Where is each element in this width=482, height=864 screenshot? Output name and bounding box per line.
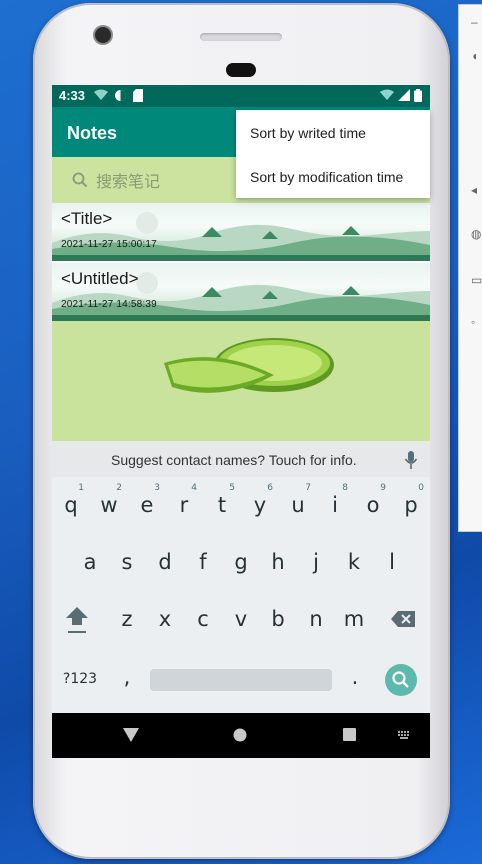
search-input[interactable] — [94, 169, 238, 193]
window-minimize-icon: – — [471, 15, 478, 29]
key-h[interactable]: h — [261, 542, 295, 582]
note-timestamp: 2021-11-27 15:00:17 — [61, 239, 157, 250]
sd-card-icon — [133, 89, 143, 102]
search-icon — [72, 172, 88, 188]
sort-menu: Sort by writed time Sort by modification… — [236, 110, 430, 198]
suggestion-text[interactable]: Suggest contact names? Touch for info. — [111, 452, 357, 468]
key-f[interactable]: f — [186, 542, 220, 582]
backspace-icon — [391, 611, 415, 627]
battery-icon — [414, 89, 422, 102]
note-title: <Title> — [61, 209, 113, 228]
key-m[interactable]: m — [337, 599, 371, 639]
backspace-key[interactable] — [386, 599, 420, 639]
symbols-key[interactable]: ?123 — [60, 659, 100, 699]
window-icon: ◂ — [471, 183, 478, 197]
note-title: <Untitled> — [61, 269, 139, 288]
lime-image — [164, 338, 334, 393]
front-camera — [95, 27, 111, 43]
earpiece-speaker — [200, 33, 282, 41]
search-icon — [392, 671, 409, 688]
note-timestamp: 2021-11-27 14:58:39 — [61, 299, 157, 310]
note-item[interactable]: <Untitled> 2021-11-27 14:58:39 — [52, 263, 430, 321]
shift-icon — [66, 607, 88, 633]
window-icon: ▭ — [471, 273, 482, 287]
key-o[interactable]: o9 — [356, 483, 390, 525]
key-a[interactable]: a — [73, 542, 107, 582]
key-g[interactable]: g — [224, 542, 258, 582]
space-key[interactable] — [150, 669, 332, 691]
window-icon: ◍ — [471, 227, 482, 241]
key-c[interactable]: c — [186, 599, 220, 639]
key-v[interactable]: v — [224, 599, 258, 639]
key-x[interactable]: x — [148, 599, 182, 639]
window-icon: ◖ — [471, 49, 479, 63]
back-triangle-icon[interactable] — [123, 728, 139, 742]
recents-square-icon[interactable] — [343, 728, 356, 741]
key-e[interactable]: e3 — [130, 483, 164, 525]
key-n[interactable]: n — [299, 599, 333, 639]
wifi-icon — [94, 89, 108, 100]
window-icon: ◦ — [471, 315, 476, 329]
menu-item-sort-by-modification-time[interactable]: Sort by modification time — [250, 169, 403, 185]
key-r[interactable]: r4 — [167, 483, 201, 525]
app-title: Notes — [67, 123, 118, 143]
wifi-signal-icon — [380, 89, 394, 100]
search-action-key[interactable] — [385, 664, 417, 696]
key-j[interactable]: j — [299, 542, 333, 582]
keyboard-suggestion-bar[interactable]: Suggest contact names? Touch for info. — [52, 441, 430, 478]
key-z[interactable]: z — [110, 599, 144, 639]
key-b[interactable]: b — [261, 599, 295, 639]
key-w[interactable]: w2 — [92, 483, 126, 525]
notes-list-background — [52, 321, 430, 441]
period-key[interactable]: . — [338, 657, 372, 697]
soft-keyboard: q1 w2 e3 r4 t5 y6 u7 i8 o9 p0 a s d f g … — [52, 477, 430, 713]
key-t[interactable]: t5 — [205, 483, 239, 525]
key-k[interactable]: k — [337, 542, 371, 582]
key-i[interactable]: i8 — [318, 483, 352, 525]
note-item[interactable]: <Title> 2021-11-27 15:00:17 — [52, 203, 430, 261]
status-time: 4:33 — [59, 88, 86, 103]
comma-key[interactable]: , — [110, 657, 144, 697]
proximity-sensor — [226, 63, 256, 77]
keyboard-icon[interactable] — [397, 730, 411, 740]
background-window: – ◖ ◂ ◍ ▭ ◦ — [458, 4, 482, 532]
key-u[interactable]: u7 — [281, 483, 315, 525]
data-saver-icon — [115, 90, 126, 101]
key-q[interactable]: q1 — [54, 483, 88, 525]
cell-signal-icon — [398, 89, 410, 101]
key-p[interactable]: p0 — [394, 483, 428, 525]
mic-icon[interactable] — [404, 450, 418, 470]
key-s[interactable]: s — [110, 542, 144, 582]
key-l[interactable]: l — [375, 542, 409, 582]
shift-key[interactable] — [60, 599, 94, 639]
key-d[interactable]: d — [148, 542, 182, 582]
home-circle-icon[interactable] — [233, 728, 247, 742]
status-bar: 4:33 — [52, 85, 430, 107]
key-y[interactable]: y6 — [243, 483, 277, 525]
navigation-bar — [52, 713, 430, 758]
menu-item-sort-by-writed-time[interactable]: Sort by writed time — [250, 125, 366, 141]
